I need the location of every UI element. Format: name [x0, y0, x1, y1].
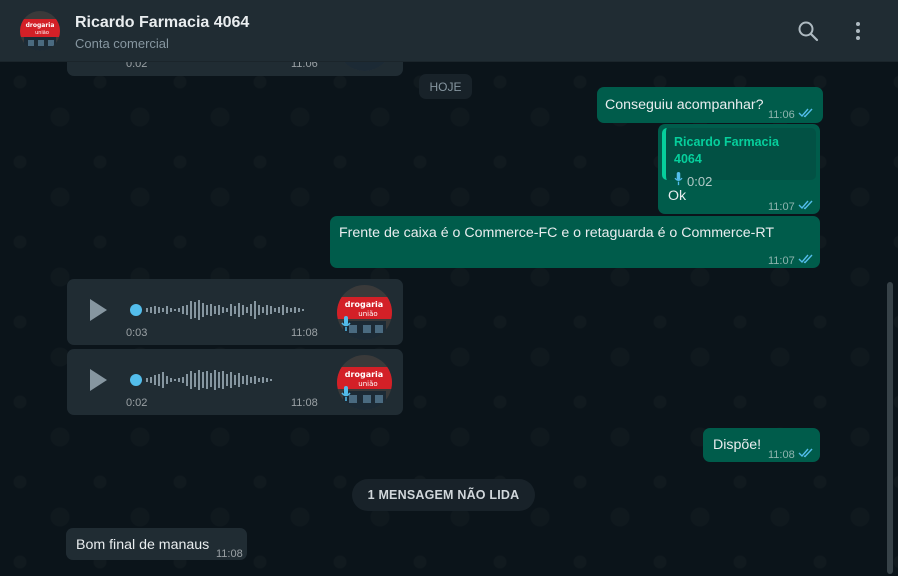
whatsapp-chat-window: drogaria união Ricardo Farmacia 4064 Con…	[0, 0, 898, 576]
message-list[interactable]: 0:02 11:06 HOJE Conseguiu acompanhar? 11…	[0, 62, 898, 576]
message-time: 11:06	[291, 62, 318, 70]
read-receipt-icon	[798, 106, 814, 125]
play-icon[interactable]	[86, 367, 110, 393]
avatar-logo-text: drogaria	[26, 22, 55, 29]
voice-duration: 0:03	[126, 327, 148, 339]
play-icon[interactable]	[86, 297, 110, 323]
read-receipt-icon	[798, 252, 814, 271]
mic-icon	[341, 316, 351, 337]
quoted-message[interactable]: Ricardo Farmacia 4064 0:02	[662, 128, 816, 189]
menu-icon[interactable]	[846, 19, 870, 43]
quoted-duration: 0:02	[687, 174, 713, 189]
search-icon[interactable]	[796, 19, 820, 43]
scrollbar[interactable]	[887, 282, 893, 574]
waveform-bars	[146, 300, 304, 320]
quoted-audio: 0:02	[674, 172, 808, 191]
voice-message[interactable]: 0:02 11:08 drogaria união	[67, 349, 403, 415]
message-meta: 11:07	[768, 198, 814, 217]
message-text: Bom final de manaus	[76, 537, 210, 553]
voice-message[interactable]: 0:03 11:08 drogaria união	[67, 279, 403, 345]
message-time: 11:08	[291, 327, 318, 339]
outgoing-reply-message[interactable]: Ricardo Farmacia 4064 0:02 Ok 11:07	[658, 124, 820, 214]
incoming-message[interactable]: Bom final de manaus 11:08	[66, 528, 247, 560]
read-receipt-icon	[798, 446, 814, 465]
avatar-logo-subtext: união	[358, 380, 377, 388]
read-receipt-icon	[798, 198, 814, 217]
message-time: 11:08	[216, 548, 243, 560]
contact-info[interactable]: Ricardo Farmacia 4064 Conta comercial	[75, 13, 249, 53]
waveform[interactable]	[130, 366, 320, 394]
message-meta: 11:08	[768, 446, 814, 465]
message-meta: 11:06	[768, 106, 814, 125]
voice-message: 0:02 11:06	[67, 62, 403, 76]
unread-divider: 1 MENSAGEM NÃO LIDA	[352, 479, 535, 511]
waveform-bars	[146, 370, 272, 390]
voice-duration: 0:02	[126, 397, 148, 409]
contact-avatar[interactable]: drogaria união	[20, 11, 60, 51]
avatar-logo-text: drogaria	[345, 370, 383, 379]
voice-duration: 0:02	[126, 62, 148, 70]
avatar-logo-subtext: união	[358, 310, 377, 318]
avatar-logo-text: drogaria	[345, 300, 383, 309]
message-time: 11:07	[768, 255, 795, 267]
message-meta: 11:07	[768, 252, 814, 271]
message-text: Dispõe!	[713, 437, 762, 453]
date-divider: HOJE	[419, 74, 472, 99]
message-time: 11:06	[768, 109, 795, 121]
message-text: Conseguiu acompanhar?	[605, 97, 764, 113]
contact-name: Ricardo Farmacia 4064	[75, 14, 250, 31]
outgoing-message[interactable]: Frente de caixa é o Commerce-FC e o reta…	[330, 216, 820, 268]
outgoing-message[interactable]: Dispõe! 11:08	[703, 428, 820, 462]
message-time: 11:08	[291, 397, 318, 409]
outgoing-message[interactable]: Conseguiu acompanhar? 11:06	[597, 87, 823, 123]
chat-header: drogaria união Ricardo Farmacia 4064 Con…	[0, 0, 898, 62]
message-text: Frente de caixa é o Commerce-FC e o reta…	[339, 225, 774, 241]
avatar-logo-subtext: união	[35, 30, 49, 36]
contact-subtitle: Conta comercial	[75, 36, 169, 51]
quoted-sender: Ricardo Farmacia 4064	[674, 135, 779, 166]
message-text: Ok	[668, 188, 687, 204]
waveform[interactable]	[130, 296, 320, 324]
mic-icon	[341, 386, 351, 407]
message-time: 11:08	[768, 449, 795, 461]
mic-icon	[341, 62, 351, 68]
message-time: 11:07	[768, 201, 795, 213]
